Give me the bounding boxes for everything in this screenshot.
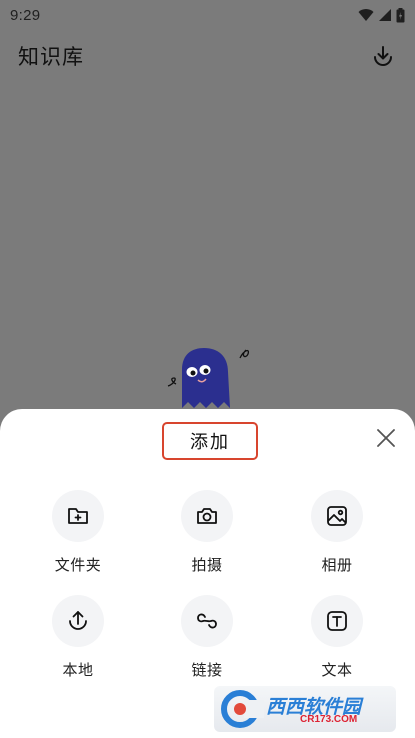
option-camera-circle[interactable]	[181, 490, 233, 542]
ghost-mascot-illustration	[167, 348, 250, 408]
camera-icon	[197, 508, 217, 524]
folder-add-icon	[68, 508, 88, 524]
option-folder-label: 文件夹	[54, 556, 102, 574]
link-icon	[197, 613, 217, 629]
option-camera[interactable]: 拍摄	[162, 490, 252, 586]
signal-icon	[379, 9, 391, 21]
option-folder[interactable]: 文件夹	[33, 490, 123, 586]
option-local[interactable]: 本地	[33, 595, 123, 691]
option-folder-circle[interactable]	[52, 490, 104, 542]
option-link[interactable]: 链接	[162, 595, 252, 691]
option-album-circle[interactable]	[311, 490, 363, 542]
page-title: 知识库	[18, 45, 84, 69]
wifi-icon	[358, 9, 374, 21]
option-text-circle[interactable]	[311, 595, 363, 647]
sheet-title-highlight: 添加	[162, 422, 258, 460]
option-local-circle[interactable]	[52, 595, 104, 647]
close-button[interactable]	[373, 425, 399, 451]
upload-icon	[69, 611, 87, 630]
close-icon	[377, 429, 395, 447]
option-text-label: 文本	[321, 661, 353, 679]
image-icon	[327, 506, 347, 526]
option-link-circle[interactable]	[181, 595, 233, 647]
option-text[interactable]: 文本	[292, 595, 382, 691]
watermark-subtext: CR173.COM	[300, 714, 358, 725]
option-local-label: 本地	[62, 661, 94, 679]
download-icon	[374, 46, 392, 66]
option-album[interactable]: 相册	[292, 490, 382, 586]
watermark-emblem-icon	[221, 690, 264, 728]
status-icons	[358, 7, 405, 23]
option-link-label: 链接	[191, 661, 223, 679]
status-bar: 9:29	[0, 0, 415, 30]
download-button[interactable]	[369, 42, 397, 70]
status-time: 9:29	[10, 6, 41, 24]
option-camera-label: 拍摄	[191, 556, 223, 574]
sheet-title: 添加	[190, 432, 230, 453]
app-header: 知识库	[0, 34, 415, 78]
battery-icon	[396, 7, 405, 22]
watermark-logo: 西西软件园 CR173.COM	[214, 686, 396, 732]
option-album-label: 相册	[321, 556, 353, 574]
text-icon	[327, 611, 347, 631]
